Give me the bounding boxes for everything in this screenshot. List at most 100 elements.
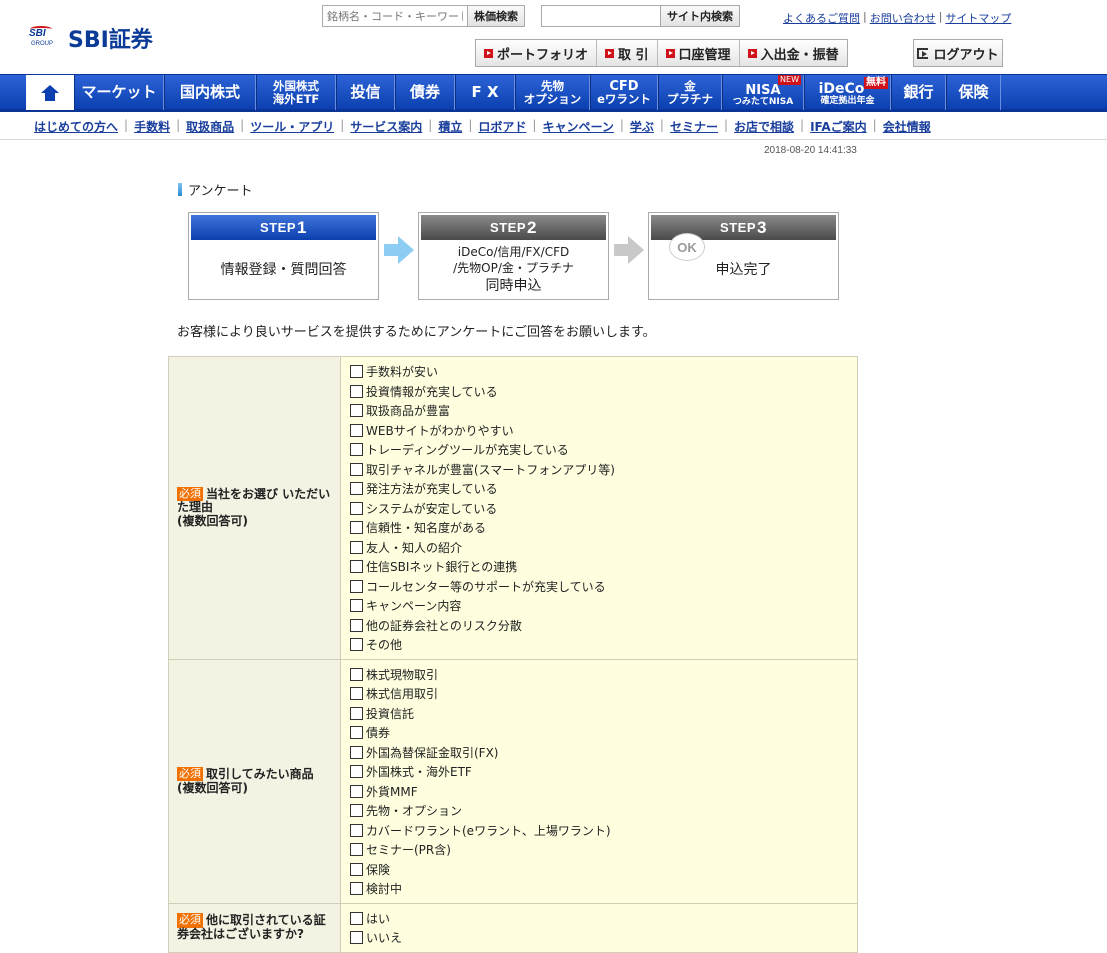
checkbox[interactable]: [350, 667, 363, 681]
checkbox-option[interactable]: 友人・知人の紹介: [350, 538, 857, 558]
nav-domestic-stocks[interactable]: 国内株式: [164, 75, 256, 110]
faq-link[interactable]: よくあるご質問: [783, 10, 860, 26]
nav-gold-platinum[interactable]: 金プラチナ: [658, 75, 722, 110]
checkbox-option[interactable]: 他の証券会社とのリスク分散: [350, 616, 857, 636]
account-management-button[interactable]: 口座管理: [657, 40, 740, 66]
checkbox-option[interactable]: キャンペーン内容: [350, 596, 857, 616]
nav-futures-options[interactable]: 先物 オプション: [515, 75, 590, 110]
checkbox-option[interactable]: カバードワラント(eワラント、上場ワラント): [350, 821, 857, 841]
checkbox[interactable]: [350, 745, 363, 759]
nav-cfd[interactable]: CFD eワラント: [590, 75, 658, 110]
checkbox[interactable]: [350, 784, 363, 798]
nav-insurance[interactable]: 保険: [946, 75, 1001, 110]
portfolio-button[interactable]: ポートフォリオ: [476, 40, 598, 66]
checkbox[interactable]: [350, 804, 363, 818]
checkbox-option[interactable]: 株式現物取引: [350, 665, 857, 685]
site-search-input[interactable]: [541, 5, 661, 27]
checkbox[interactable]: [350, 521, 363, 535]
checkbox[interactable]: [350, 540, 363, 554]
contact-link[interactable]: お問い合わせ: [870, 10, 936, 26]
checkbox-option[interactable]: 投資信託: [350, 704, 857, 724]
checkbox[interactable]: [350, 560, 363, 574]
checkbox-option[interactable]: WEBサイトがわかりやすい: [350, 421, 857, 441]
subnav-robo-advisor[interactable]: ロボアド: [478, 118, 526, 135]
checkbox[interactable]: [350, 365, 363, 379]
checkbox[interactable]: [350, 384, 363, 398]
checkbox[interactable]: [350, 687, 363, 701]
checkbox-option[interactable]: 住信SBIネット銀行との連携: [350, 557, 857, 577]
checkbox[interactable]: [350, 482, 363, 496]
checkbox[interactable]: [350, 638, 363, 652]
checkbox-option[interactable]: トレーディングツールが充実している: [350, 440, 857, 460]
checkbox-option[interactable]: 株式信用取引: [350, 684, 857, 704]
nav-nisa[interactable]: NEW NISA つみたてNISA: [722, 75, 804, 110]
sitemap-link[interactable]: サイトマップ: [945, 10, 1011, 26]
deposit-transfer-button[interactable]: 入出金・振替: [739, 40, 847, 66]
checkbox[interactable]: [350, 443, 363, 457]
checkbox-option[interactable]: その他: [350, 635, 857, 655]
checkbox-option[interactable]: システムが安定している: [350, 499, 857, 519]
checkbox-option[interactable]: 外国株式・海外ETF: [350, 762, 857, 782]
checkbox-option[interactable]: 取引チャネルが豊富(スマートフォンアプリ等): [350, 460, 857, 480]
nav-bonds[interactable]: 債券: [395, 75, 455, 110]
checkbox[interactable]: [350, 404, 363, 418]
subnav-saving[interactable]: 積立: [438, 118, 462, 135]
subnav-beginners[interactable]: はじめての方へ: [34, 118, 118, 135]
checkbox[interactable]: [350, 843, 363, 857]
checkbox[interactable]: [350, 423, 363, 437]
trade-button[interactable]: 取 引: [597, 40, 658, 66]
subnav-services[interactable]: サービス案内: [350, 118, 422, 135]
checkbox[interactable]: [350, 911, 363, 925]
checkbox-option[interactable]: 信頼性・知名度がある: [350, 518, 857, 538]
nav-investment-trusts[interactable]: 投信: [336, 75, 395, 110]
checkbox[interactable]: [350, 765, 363, 779]
subnav-seminars[interactable]: セミナー: [670, 118, 718, 135]
checkbox-option[interactable]: いいえ: [350, 928, 857, 948]
checkbox-option[interactable]: 外貨MMF: [350, 782, 857, 802]
nav-bank[interactable]: 銀行: [891, 75, 946, 110]
checkbox-option[interactable]: 先物・オプション: [350, 801, 857, 821]
step-2: STEP 2 iDeCo/信用/FX/CFD /先物OP/金・プラチナ 同時申込: [418, 212, 609, 300]
checkbox[interactable]: [350, 823, 363, 837]
checkbox-option[interactable]: 発注方法が充実している: [350, 479, 857, 499]
subnav-ifa[interactable]: IFAご案内: [810, 118, 867, 135]
nav-foreign-stocks[interactable]: 外国株式 海外ETF: [256, 75, 336, 110]
checkbox[interactable]: [350, 599, 363, 613]
nav-home[interactable]: [26, 75, 74, 110]
checkbox-option[interactable]: 検討中: [350, 879, 857, 899]
checkbox[interactable]: [350, 931, 363, 945]
nav-market[interactable]: マーケット: [74, 75, 164, 110]
checkbox[interactable]: [350, 726, 363, 740]
logout-button[interactable]: ログアウト: [913, 39, 1003, 67]
subnav-products[interactable]: 取扱商品: [186, 118, 234, 135]
subnav-fees[interactable]: 手数料: [134, 118, 170, 135]
stock-search-input[interactable]: [322, 5, 468, 27]
checkbox-option[interactable]: 手数料が安い: [350, 362, 857, 382]
checkbox[interactable]: [350, 462, 363, 476]
checkbox[interactable]: [350, 579, 363, 593]
checkbox-option[interactable]: はい: [350, 909, 857, 929]
site-search-button[interactable]: サイト内検索: [661, 5, 740, 27]
checkbox[interactable]: [350, 882, 363, 896]
checkbox[interactable]: [350, 706, 363, 720]
checkbox-option[interactable]: セミナー(PR含): [350, 840, 857, 860]
checkbox[interactable]: [350, 618, 363, 632]
checkbox-option[interactable]: 投資情報が充実している: [350, 382, 857, 402]
stock-search-button[interactable]: 株価検索: [468, 5, 525, 27]
checkbox-option[interactable]: 債券: [350, 723, 857, 743]
subnav-tools-apps[interactable]: ツール・アプリ: [250, 118, 334, 135]
checkbox[interactable]: [350, 501, 363, 515]
subnav-store-consult[interactable]: お店で相談: [734, 118, 794, 135]
checkbox-option[interactable]: 保険: [350, 860, 857, 880]
subnav-company-info[interactable]: 会社情報: [883, 118, 931, 135]
checkbox[interactable]: [350, 862, 363, 876]
option-label: 投資信託: [366, 706, 415, 721]
nav-fx[interactable]: F X: [455, 75, 515, 110]
checkbox-option[interactable]: 外国為替保証金取引(FX): [350, 743, 857, 763]
nav-ideco[interactable]: 無料 iDeCo 確定拠出年金: [804, 75, 891, 110]
sbi-logo[interactable]: SBI GROUP SBI証券: [28, 22, 153, 54]
checkbox-option[interactable]: 取扱商品が豊富: [350, 401, 857, 421]
checkbox-option[interactable]: コールセンター等のサポートが充実している: [350, 577, 857, 597]
subnav-learn[interactable]: 学ぶ: [630, 118, 654, 135]
subnav-campaigns[interactable]: キャンペーン: [542, 118, 613, 135]
